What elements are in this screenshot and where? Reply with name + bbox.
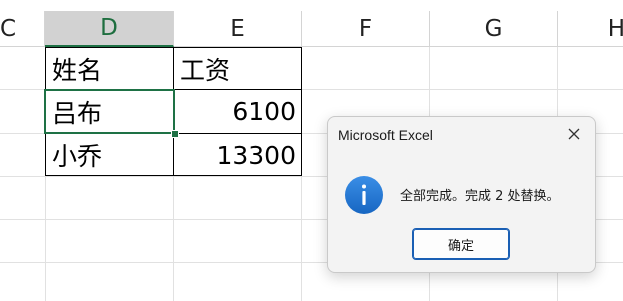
cell-value: 6100: [232, 97, 296, 126]
cell-text: 吕布: [52, 98, 103, 128]
dialog-message: 全部完成。完成 2 处替换。: [400, 189, 560, 204]
cell-text: 姓名: [52, 55, 103, 85]
toolbar-edge: [0, 0, 623, 11]
table-divider: [173, 47, 174, 176]
column-header-e-label: E: [230, 15, 245, 42]
info-icon: [344, 175, 384, 215]
cell-d-header[interactable]: 姓名: [46, 48, 173, 89]
cell-text: 小乔: [52, 142, 103, 171]
cell-e-header[interactable]: 工资: [174, 48, 301, 89]
dialog-title: Microsoft Excel: [338, 127, 433, 143]
cell-e-row2[interactable]: 13300: [174, 134, 301, 176]
cell-text: 工资: [180, 55, 231, 85]
cell-e-row1[interactable]: 6100: [174, 90, 301, 133]
grid-line: [301, 47, 302, 301]
column-header-h-label: H: [607, 15, 623, 42]
column-header-f-label: F: [358, 15, 373, 42]
close-icon[interactable]: [563, 123, 585, 145]
column-header-c[interactable]: C: [0, 11, 45, 47]
column-header-h[interactable]: H: [558, 11, 623, 47]
column-header-d[interactable]: D: [45, 11, 174, 47]
column-header-f[interactable]: F: [302, 11, 430, 47]
column-header-e[interactable]: E: [174, 11, 302, 47]
cell-d-row2[interactable]: 小乔: [46, 134, 173, 176]
find-replace-result-dialog: Microsoft Excel 全部完成。完成 2 处替换。 确定: [327, 116, 596, 273]
column-header-c-label: C: [0, 15, 17, 42]
fill-handle[interactable]: [171, 130, 179, 138]
ok-button[interactable]: 确定: [412, 228, 510, 260]
table-divider: [45, 89, 302, 90]
cell-d-row1[interactable]: 吕布: [46, 90, 173, 133]
column-header-g[interactable]: G: [430, 11, 558, 47]
cell-value: 13300: [216, 140, 296, 170]
column-header-g-label: G: [484, 15, 503, 42]
ok-button-label: 确定: [447, 238, 474, 254]
column-header-d-label: D: [100, 15, 118, 41]
